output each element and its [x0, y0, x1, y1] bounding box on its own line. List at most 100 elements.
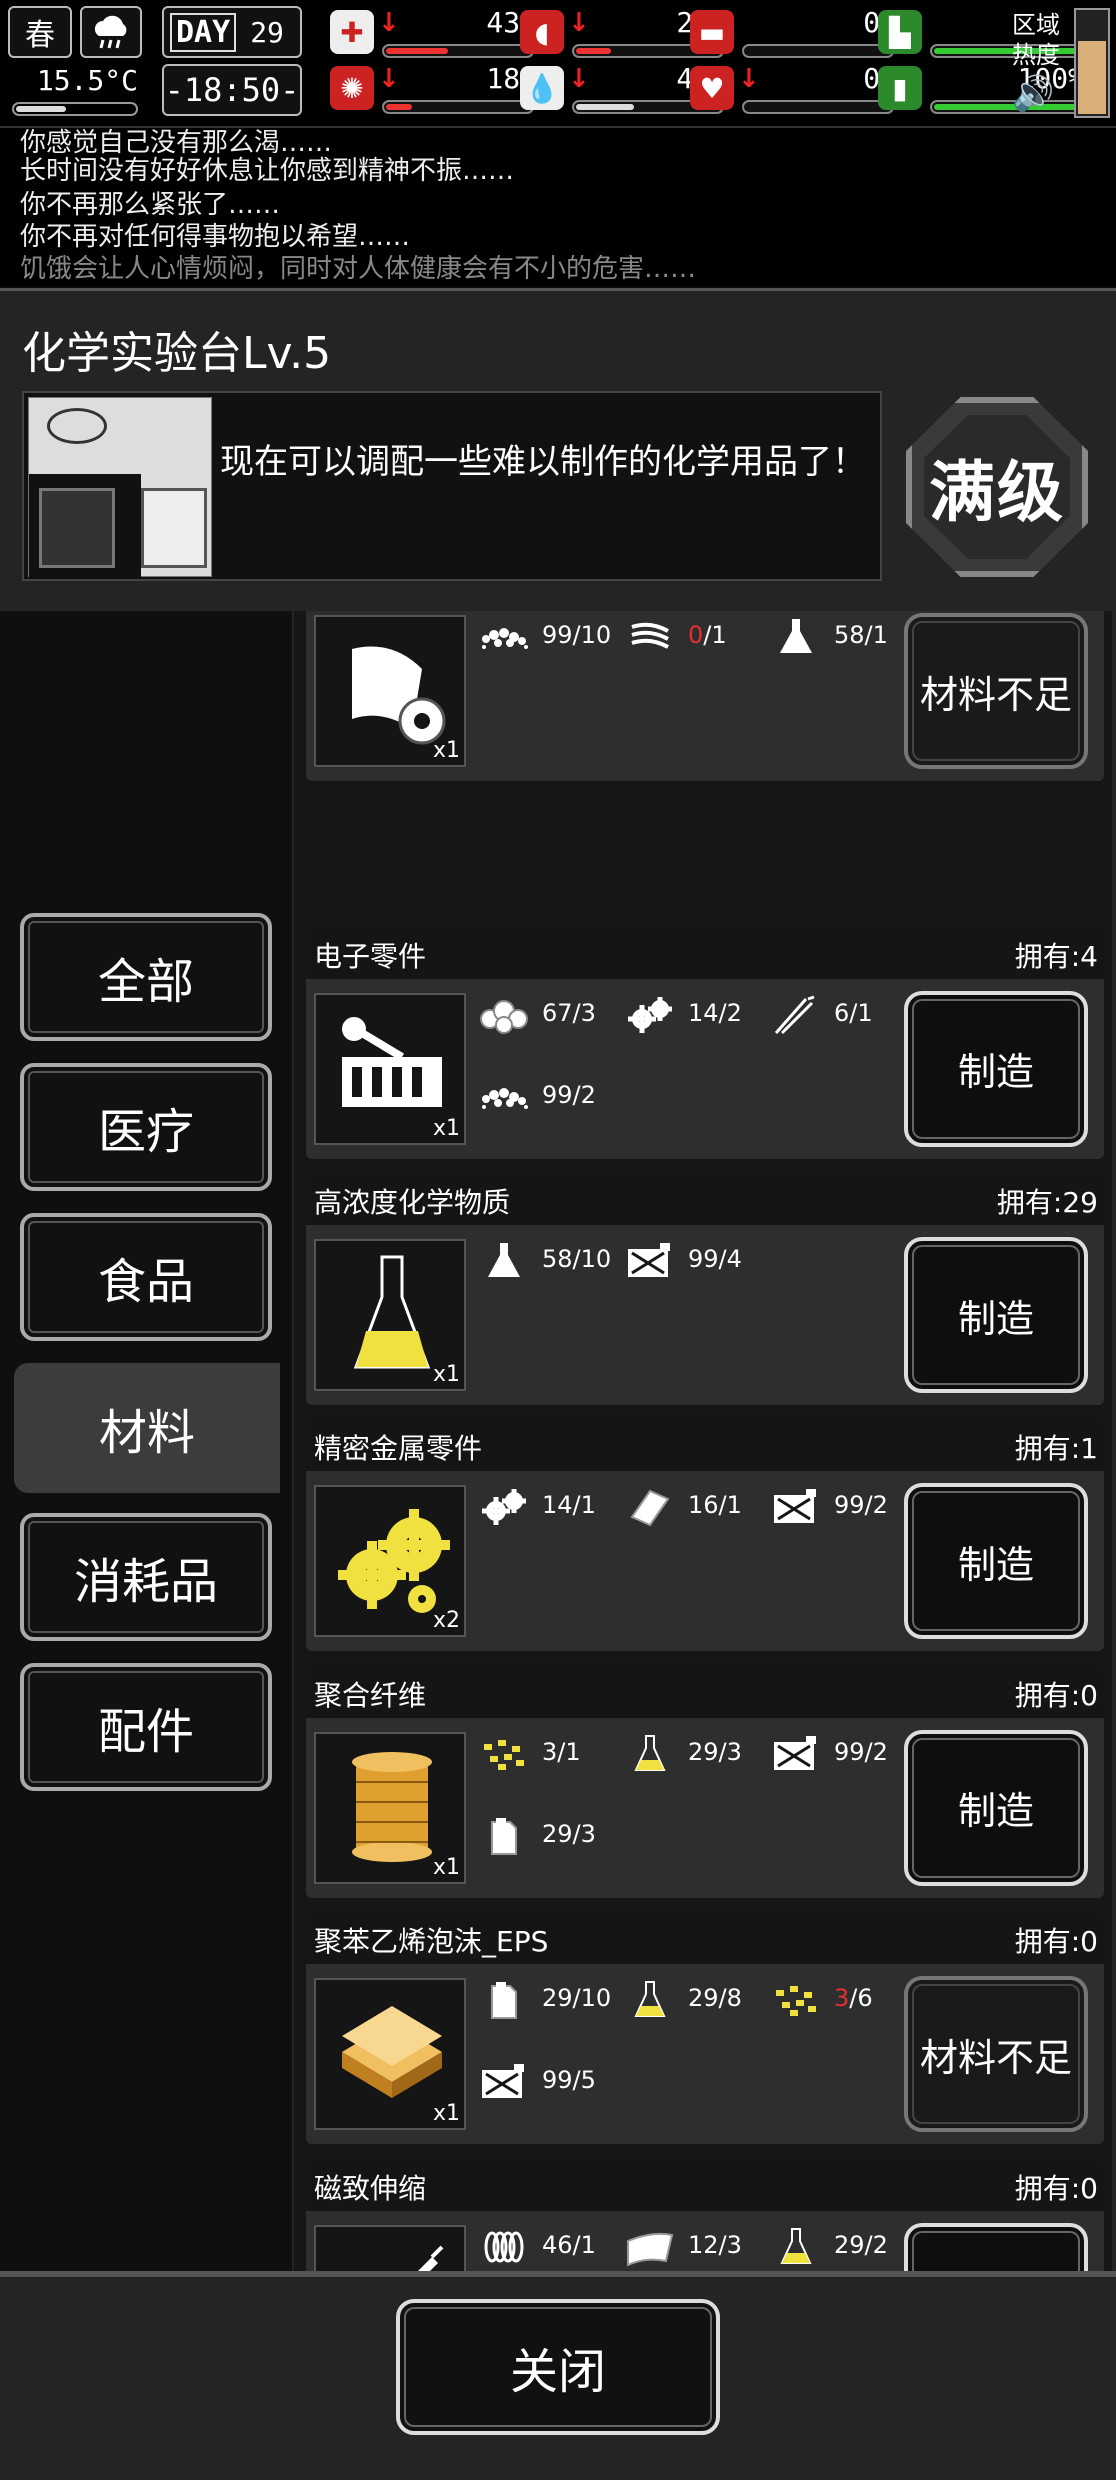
game-clock: -18:50-: [162, 64, 302, 116]
category-food[interactable]: 食品: [20, 1213, 272, 1341]
stat-bar: [382, 100, 534, 114]
ingredient-have: 3: [542, 1737, 558, 1766]
temperature-value: 15.5°C: [36, 64, 138, 97]
flask-icon: [476, 1241, 532, 1281]
crafting-panel: 化学实验台Lv.5 现在可以调配一些难以制作的化学用品了！ 满级 全部 医疗 食…: [0, 288, 1116, 2480]
ingredient-have: 14: [542, 1491, 573, 1520]
ingredient-amount: 58/10: [542, 1245, 611, 1273]
category-label: 消耗品: [73, 1554, 218, 1610]
recipe-owned-count: 拥有:0: [1014, 1678, 1098, 1712]
bench-description: 现在可以调配一些难以制作的化学用品了！: [220, 442, 866, 482]
craft-button[interactable]: 制造: [904, 1237, 1088, 1393]
ingredient-amount: 14/1: [542, 1491, 596, 1519]
ingredient-have: 0: [688, 621, 704, 649]
ingredient-amount: 99/5: [542, 2066, 596, 2094]
craft-button[interactable]: 制造: [904, 2222, 1088, 2271]
category-label: 配件: [97, 1704, 194, 1760]
yellow-flask-icon: [768, 2227, 824, 2267]
ingredient-have: 67: [542, 998, 573, 1027]
category-all[interactable]: 全部: [20, 913, 272, 1041]
zone-label: 区域: [1012, 11, 1060, 39]
ingredient-need: /2: [718, 998, 742, 1027]
ingredient-have: 99: [834, 1491, 865, 1520]
ingredient-need: /1: [572, 2230, 596, 2259]
ingredient-need: /3: [718, 2230, 742, 2259]
fuel-can-icon: [476, 2062, 532, 2102]
ore-icon: [476, 995, 532, 1035]
recipe-name: 聚苯乙烯泡沫_EPS: [314, 1925, 549, 1959]
bench-title: 化学实验台Lv.5: [22, 328, 332, 379]
insufficient-materials-button[interactable]: 材料不足: [904, 1976, 1088, 2133]
ingredient: 12/3: [622, 2225, 772, 2269]
ingredient-need: /3: [718, 1737, 742, 1766]
ingredient-need: /10: [572, 621, 612, 649]
ingredient: 99/10: [476, 615, 626, 659]
category-consumables[interactable]: 消耗品: [20, 1513, 272, 1641]
gears-icon: [622, 995, 678, 1035]
craft-button[interactable]: 制造: [904, 1483, 1088, 1640]
yellow-flask-icon: [622, 1734, 678, 1774]
ingredient-amount: 99/2: [542, 1081, 596, 1109]
ingredient-have: 12: [688, 2230, 719, 2259]
recipe-owned-count: 拥有:29: [996, 1186, 1098, 1219]
stat-brain: ✺ ↓ 18%: [330, 62, 545, 118]
down-arrow-icon: ↓: [738, 64, 760, 94]
ingredient: 6/1: [768, 993, 918, 1037]
close-button[interactable]: 关闭: [396, 2299, 720, 2435]
ingredient-amount: 6/1: [834, 999, 873, 1027]
ingredient-need: /3: [572, 998, 596, 1027]
stat-bar: [382, 44, 534, 58]
day-counter: DAY 29: [162, 6, 302, 58]
down-arrow-icon: ↓: [568, 8, 590, 38]
ingredient-need: /1: [557, 1737, 581, 1766]
ingredient-need: /2: [864, 1491, 888, 1520]
recipe-name: 高浓度化学物质: [314, 1186, 511, 1219]
recipe-card: 聚苯乙烯泡沫_EPS 拥有:0 x1 29/10 29/8 3/6 99/5 材料不足: [306, 1910, 1104, 2145]
insufficient-materials-button[interactable]: 材料不足: [904, 613, 1088, 769]
craft-button-label: 材料不足: [919, 2035, 1072, 2080]
ingredient: 29/10: [476, 1978, 626, 2022]
category-materials[interactable]: 材料: [14, 1363, 280, 1493]
ingredient-need: /6: [849, 1984, 873, 2013]
craft-button-label: 制造: [957, 1296, 1034, 1341]
yellow-gears-icon: x2: [314, 1485, 466, 1638]
craft-button[interactable]: 制造: [904, 1729, 1088, 1886]
recipe-card: 高浓度化学物质 拥有:29 x1 58/10 99/4 制造: [306, 1171, 1104, 1405]
ingredient-need: /1: [572, 1491, 596, 1520]
clock-text: -18:50-: [164, 71, 300, 109]
close-label: 关闭: [509, 2344, 606, 2400]
ingredient-have: 6: [834, 998, 850, 1027]
ingredient: 99/2: [768, 1485, 918, 1529]
category-label: 材料: [98, 1405, 195, 1461]
weather-icon: [80, 6, 142, 58]
speaker-icon[interactable]: 🔊: [1012, 74, 1072, 114]
foam-board-icon: x1: [314, 1978, 466, 2131]
temperature-bar: [12, 102, 138, 116]
ingredient-amount: 29/3: [542, 1820, 596, 1848]
recipe-card: 精密金属零件 拥有:1 x2 14/1 16/1 99/2 制造: [306, 1417, 1104, 1652]
log-line: 长时间没有好好休息让你感到精神不振……: [20, 156, 515, 186]
output-quantity: x1: [432, 2101, 460, 2127]
stat-pill: ▬0%: [690, 6, 905, 62]
ingredient-have: 58: [834, 621, 865, 649]
ingredient-have: 58: [542, 1245, 573, 1273]
ingredient-need: /2: [864, 2230, 888, 2259]
metal-plate-icon: [622, 1487, 678, 1527]
pill-icon: ▬: [690, 10, 734, 54]
ingredient-have: 99: [542, 2066, 573, 2095]
ingredient: 46/1: [476, 2225, 626, 2269]
brain-icon: ✺: [330, 66, 374, 110]
category-medical[interactable]: 医疗: [20, 1063, 272, 1191]
ingredient-amount: 99/2: [834, 1491, 888, 1519]
ingredient-amount: 16/1: [688, 1491, 742, 1519]
ingredient-have: 46: [542, 2230, 573, 2259]
ingredient: 29/3: [476, 1814, 626, 1858]
category-accessories[interactable]: 配件: [20, 1663, 272, 1791]
ingredient-have: 29: [542, 1819, 573, 1848]
recipe-list[interactable]: 尼龙布拥有:0x199/100/158/1材料不足电子零件拥有:4x167/31…: [294, 611, 1112, 2271]
craft-button[interactable]: 制造: [904, 990, 1088, 1147]
output-quantity: x1: [432, 738, 460, 763]
ingredient-amount: 58/1: [834, 621, 888, 649]
category-label: 医疗: [97, 1104, 194, 1160]
status-bar: 春 15.5°C DAY 29 -18:50- ✚↓43%◖↓24%▬0%▙✺↓…: [0, 0, 1116, 128]
